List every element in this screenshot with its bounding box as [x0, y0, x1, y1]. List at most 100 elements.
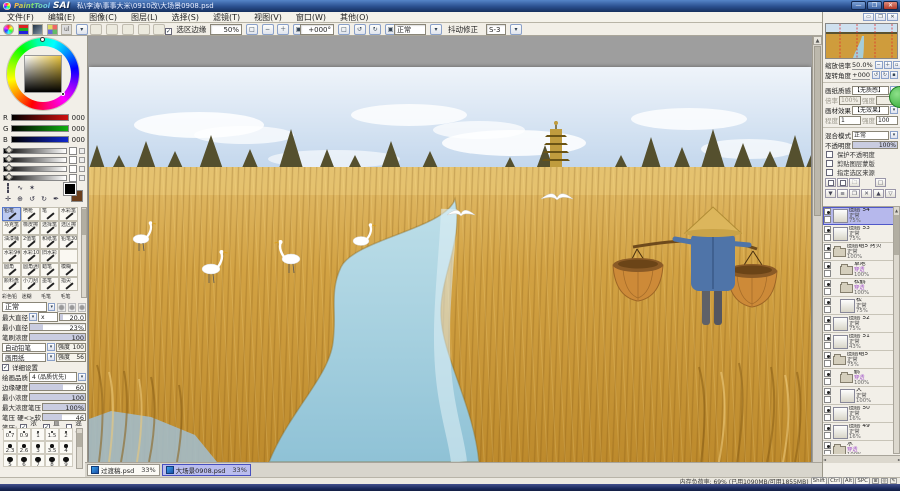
layer-down-button[interactable]: ▽ [885, 189, 896, 198]
canvas-painting[interactable] [89, 67, 811, 462]
texture-dropdown[interactable]: 自动铅笔 [2, 343, 46, 352]
layer-visibility-icon[interactable] [824, 388, 831, 395]
layer-row-鹤[interactable]: 鹤穿透100% [823, 369, 894, 387]
layer-row-图层 51[interactable]: 图层 51正常43% [823, 333, 894, 351]
canvas-vertical-scrollbar[interactable]: ▲ [812, 36, 822, 462]
rotate-cw-button[interactable]: ↻ [369, 24, 381, 35]
menu-file[interactable]: 文件(F) [0, 12, 41, 23]
bs1-0-slider[interactable]: 20.0 [59, 313, 86, 321]
aux-slider-bar[interactable] [3, 157, 67, 163]
layer-visibility-icon[interactable] [824, 442, 831, 449]
zoom-reset-button[interactable]: □ [246, 24, 258, 35]
aux-slider-box[interactable] [69, 147, 77, 155]
rgb-slider-panel-icon[interactable] [18, 24, 29, 35]
minimize-button[interactable]: — [851, 1, 866, 10]
layer-option-指定选区来源[interactable]: 指定选区来源 [823, 168, 900, 177]
size-4[interactable]: 4 [59, 441, 73, 454]
brush-铅笔[interactable]: 铅笔 [2, 207, 21, 221]
color-wheel-panel-icon[interactable] [3, 24, 14, 35]
scroll-up-arrow-icon[interactable]: ▲ [813, 36, 822, 45]
layer-visibility-icon[interactable] [824, 262, 831, 269]
brush-喷枪[interactable]: 喷枪 [21, 207, 40, 221]
brush-size-scrollbar[interactable] [76, 428, 83, 469]
layer-row-图层 52[interactable]: 图层 52正常75% [823, 315, 894, 333]
menu-view[interactable]: 视图(V) [247, 12, 289, 23]
layer-option-保护不透明度[interactable]: 保护不透明度 [823, 150, 900, 159]
layer-lock-box[interactable] [824, 216, 831, 223]
aux-slider[interactable] [3, 173, 85, 182]
new-layer-folder-button[interactable]: 🗀 [849, 178, 860, 187]
size-0.9[interactable]: 0.9 [17, 428, 31, 441]
close-button[interactable]: ✕ [883, 1, 898, 10]
swatches-panel-icon[interactable] [47, 24, 58, 35]
texture-menu-button[interactable]: ▾ [47, 343, 55, 351]
aux-slider-box[interactable] [69, 174, 77, 182]
rgb-slider-b[interactable]: B000 [3, 134, 85, 145]
layer-lock-box[interactable] [824, 378, 831, 385]
rect-select-tool[interactable] [2, 183, 14, 194]
size-8[interactable]: 8 [45, 454, 59, 467]
layer-lock-box[interactable] [824, 324, 831, 331]
nav-zoom-in-button[interactable]: ＋ [884, 61, 892, 69]
layer-visibility-icon[interactable] [824, 370, 831, 377]
brush-blend-menu-button[interactable]: ▾ [48, 303, 55, 311]
texture-dropdown[interactable]: 画用纸 [2, 353, 46, 362]
expand-selection-button[interactable] [153, 24, 165, 35]
aux-slider-bar[interactable] [3, 166, 67, 172]
paint-mode-box[interactable]: 正常 [394, 24, 426, 35]
navigator-thumbnail[interactable] [825, 23, 898, 59]
brush-blend-mode-dropdown[interactable]: 正常 [2, 302, 47, 312]
layer-visibility-icon[interactable] [824, 316, 831, 323]
merge-down-button[interactable]: ≡ [837, 189, 848, 198]
deselect-button[interactable] [122, 24, 134, 35]
texture-strength[interactable]: 强度56 [56, 353, 86, 362]
detail-settings-checkbox[interactable] [2, 364, 9, 371]
nav-zoom-out-button[interactable]: − [875, 61, 883, 69]
zoom-out-button[interactable]: − [262, 24, 274, 35]
quality-dropdown[interactable]: 4 (品质优先) [29, 372, 77, 382]
brush-橡皮擦[interactable]: 橡皮擦 [21, 221, 40, 235]
restore-button[interactable]: ❐ [867, 1, 882, 10]
rgb-slider-g[interactable]: G000 [3, 123, 85, 134]
brush-小刀刮[interactable]: 小刀刮 [21, 277, 40, 291]
panel-detach-button[interactable]: ❐ [875, 13, 886, 21]
size-1[interactable]: 1 [31, 428, 45, 441]
canvas-effect-dropdown[interactable]: 【无效果】 [852, 106, 889, 115]
layer-row-图层组5[interactable]: 图层组5正常75% [823, 351, 894, 369]
aux-slider[interactable] [3, 164, 85, 173]
menu-filter[interactable]: 滤镜(T) [206, 12, 247, 23]
layers-horizontal-scrollbar[interactable]: ◄► [823, 455, 900, 463]
size-2[interactable]: 2 [59, 428, 73, 441]
layer-lock-box[interactable] [824, 288, 831, 295]
invert-selection-button[interactable] [138, 24, 150, 35]
layer-row-人[interactable]: 人正常100% [823, 387, 894, 405]
layer-row-图层 54[interactable]: 图层 54正常75% [823, 207, 894, 225]
brush-蜡笔[interactable]: 蜡笔 [40, 263, 59, 277]
brush-shape-icon[interactable] [57, 303, 65, 312]
brush-shape-icon[interactable] [68, 303, 76, 312]
layer-lock-box[interactable] [824, 450, 831, 454]
size-2.3[interactable]: 2.3 [3, 441, 17, 454]
menu-select[interactable]: 选择(S) [165, 12, 206, 23]
panel-collapse-button[interactable]: ▭ [863, 13, 874, 21]
size-2.6[interactable]: 2.6 [17, 441, 31, 454]
brush-油漆桶[interactable]: 油漆桶 [2, 235, 21, 249]
size-6[interactable]: 6 [17, 454, 31, 467]
nav-rotate-reset-button[interactable]: ▪ [890, 71, 898, 79]
layer-lock-box[interactable] [824, 360, 831, 367]
bs1-2-slider[interactable]: 100 [29, 333, 86, 341]
size-3.5[interactable]: 3.5 [45, 441, 59, 454]
aux-slider-box2[interactable] [79, 175, 85, 181]
aux-slider[interactable] [3, 146, 85, 155]
slider-unit-button[interactable]: ▾ [29, 313, 37, 321]
brush-选择笔[interactable]: 选择笔 [40, 221, 59, 235]
bs2-1-slider[interactable]: 100 [29, 393, 86, 401]
layer-visibility-icon[interactable] [824, 280, 831, 287]
brush-圆角迷糊[interactable]: 圆角迷糊 [21, 263, 40, 277]
rgb-slider-r[interactable]: R000 [3, 112, 85, 123]
delete-layer-button[interactable]: ✕ [861, 189, 872, 198]
brush-2值笔[interactable]: 2值笔 [21, 235, 40, 249]
layer-row-松[interactable]: 松正常75% [823, 297, 894, 315]
paint-mode-menu-button[interactable]: ▾ [430, 24, 442, 35]
layer-row-草地[interactable]: 草地穿透100% [823, 261, 894, 279]
